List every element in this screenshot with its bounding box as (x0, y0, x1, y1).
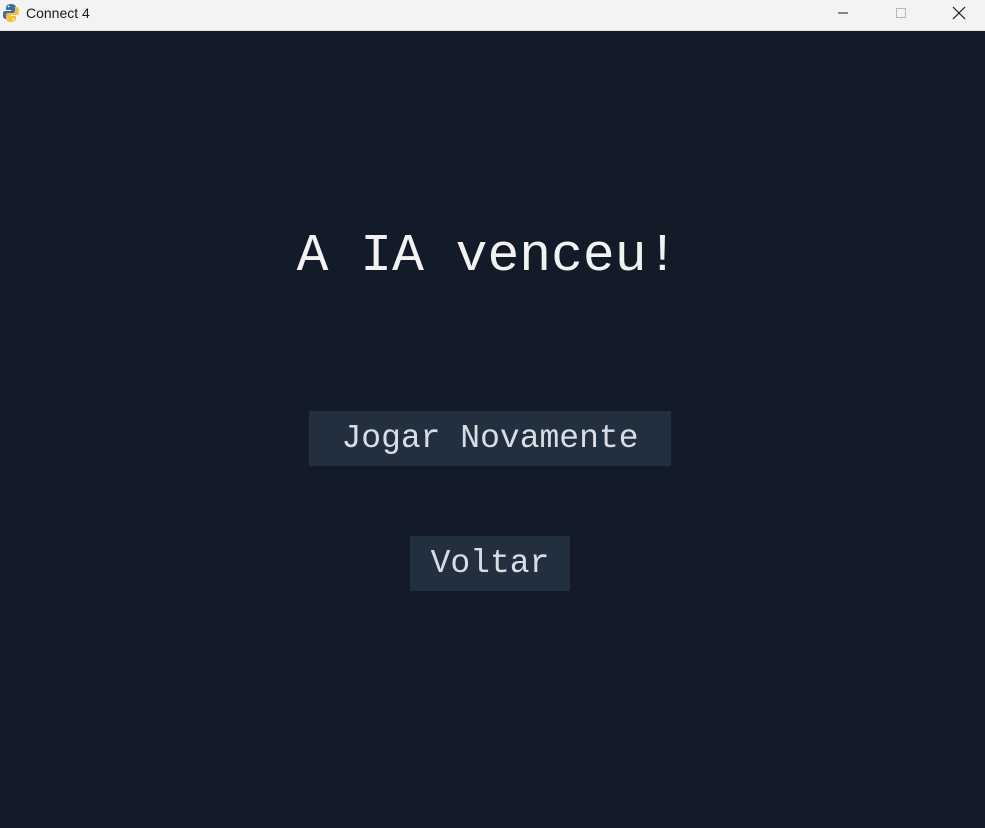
title-bar[interactable]: Connect 4 (0, 0, 985, 31)
minimize-button[interactable] (814, 0, 872, 26)
python-snake-icon (3, 4, 19, 22)
minimize-icon (838, 12, 848, 14)
game-canvas: A IA venceu! Jogar Novamente Voltar (0, 32, 985, 828)
play-again-button[interactable]: Jogar Novamente (309, 411, 671, 466)
close-button[interactable] (930, 0, 985, 26)
app-window: Connect 4 A IA venceu! Jogar Novamente V… (0, 0, 985, 828)
window-title: Connect 4 (26, 5, 90, 21)
close-icon (952, 6, 966, 20)
result-message: A IA venceu! (296, 226, 679, 286)
back-button[interactable]: Voltar (410, 536, 570, 591)
maximize-icon (896, 8, 906, 18)
maximize-button[interactable] (872, 0, 930, 26)
